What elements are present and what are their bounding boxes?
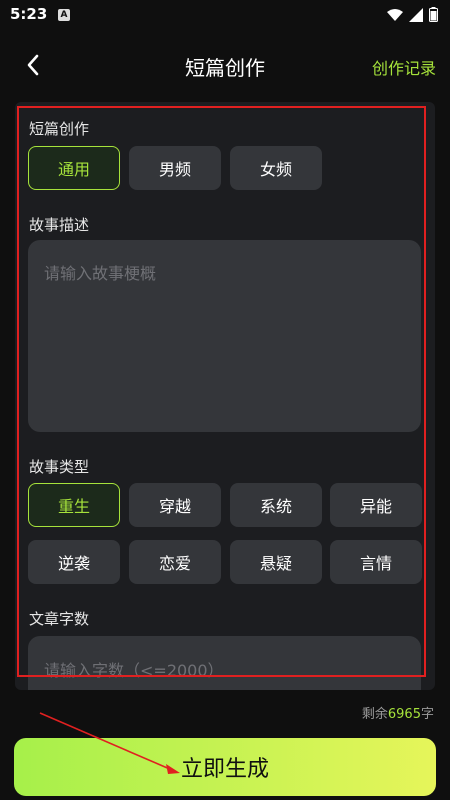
signal-icon [409,7,423,22]
type-chip-comeback[interactable]: 逆袭 [28,540,120,584]
category-chip-general[interactable]: 通用 [28,146,120,190]
description-label: 故事描述 [29,216,90,234]
battery-icon [429,7,438,22]
history-link[interactable]: 创作记录 [372,55,436,79]
remaining-count: 剩余6965字 [362,703,434,722]
type-chip-love-story[interactable]: 言情 [330,540,422,584]
type-chip-romance[interactable]: 恋爱 [129,540,221,584]
header: 短篇创作 创作记录 [0,40,450,90]
status-icons [387,7,438,22]
type-chip-rebirth[interactable]: 重生 [28,483,120,527]
type-chip-system[interactable]: 系统 [230,483,322,527]
remaining-suffix: 字 [420,707,434,722]
type-chip-mystery[interactable]: 悬疑 [230,540,322,584]
description-input[interactable] [28,240,421,432]
category-chip-female[interactable]: 女频 [230,146,322,190]
type-chip-superpower[interactable]: 异能 [330,483,422,527]
card-bottom-mask [15,690,435,702]
type-chip-transmigration[interactable]: 穿越 [129,483,221,527]
generate-button[interactable]: 立即生成 [14,738,436,796]
category-chip-male[interactable]: 男频 [129,146,221,190]
types-label: 故事类型 [29,458,90,476]
generate-label: 立即生成 [180,757,269,782]
status-time: 5:23 [10,5,48,23]
remaining-prefix: 剩余 [361,707,388,722]
wordcount-input[interactable] [28,636,421,692]
wifi-icon [387,8,403,21]
wordcount-label: 文章字数 [29,610,90,628]
remaining-number: 6965 [387,707,421,722]
status-bar: 5:23 A [0,0,450,32]
notification-icon: A [58,9,70,21]
category-label: 短篇创作 [29,120,90,138]
